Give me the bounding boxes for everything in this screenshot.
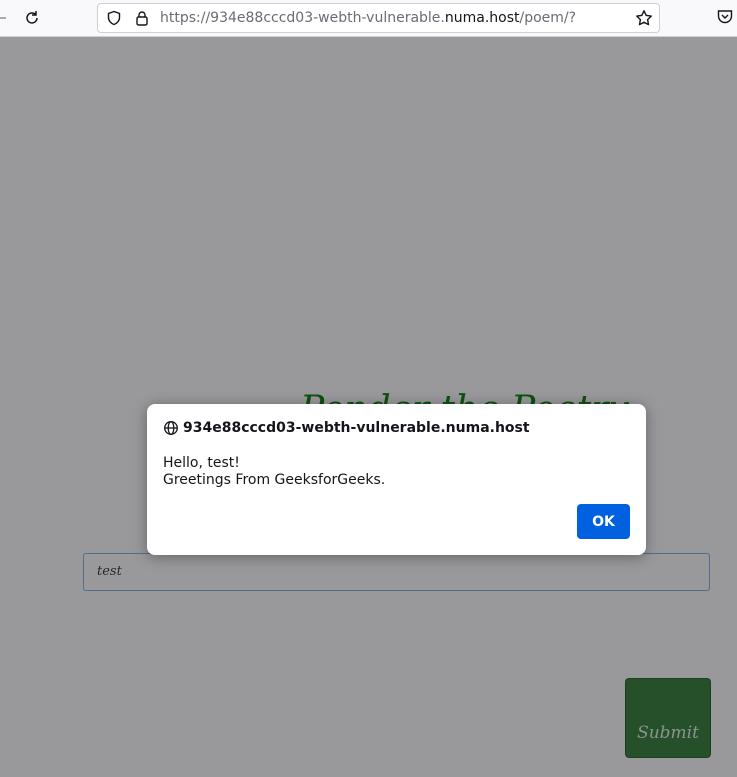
browser-toolbar: https://934e88cccd03-webth-vulnerable.nu…: [0, 0, 737, 37]
tracking-shield-icon[interactable]: [106, 10, 122, 26]
url-text[interactable]: https://934e88cccd03-webth-vulnerable.nu…: [160, 10, 576, 26]
back-arrow-icon[interactable]: [0, 6, 12, 30]
bookmark-star-icon[interactable]: [635, 9, 653, 27]
reload-icon[interactable]: [20, 6, 44, 30]
url-domain: numa.host: [444, 10, 520, 26]
url-prefix: https://934e88cccd03-webth-vulnerable.: [160, 10, 445, 26]
globe-icon: [163, 420, 179, 436]
dialog-message-line1: Hello, test!: [163, 455, 240, 471]
dialog-host: 934e88cccd03-webth-vulnerable.numa.host: [183, 420, 530, 436]
url-path: /poem/?: [519, 10, 577, 26]
dialog-message-line2: Greetings From GeeksforGeeks.: [163, 472, 386, 488]
url-bar[interactable]: https://934e88cccd03-webth-vulnerable.nu…: [97, 3, 660, 33]
lock-icon[interactable]: [134, 10, 150, 26]
ok-button[interactable]: OK: [577, 504, 630, 539]
pocket-icon[interactable]: [716, 8, 734, 26]
alert-dialog: 934e88cccd03-webth-vulnerable.numa.host …: [147, 404, 646, 555]
